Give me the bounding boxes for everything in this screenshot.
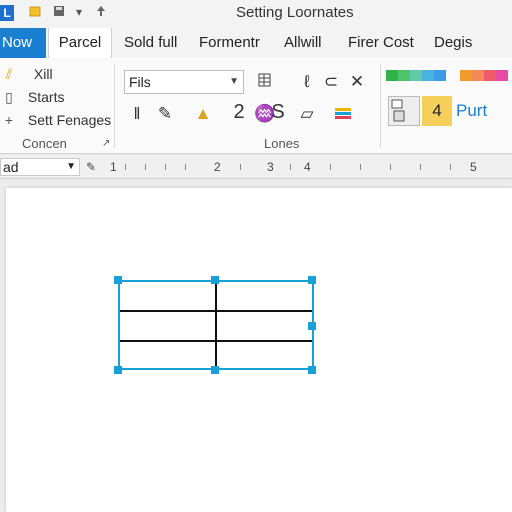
swatch[interactable]: [398, 70, 410, 81]
pin-icon[interactable]: [94, 5, 108, 19]
swatch[interactable]: [410, 70, 422, 81]
save-icon[interactable]: [52, 5, 66, 19]
tool-number[interactable]: 2: [232, 102, 246, 122]
frame-icon: ▯: [5, 89, 13, 105]
format-brush-icon[interactable]: ℓ: [296, 72, 318, 92]
swatch[interactable]: [460, 70, 472, 81]
ruler-tick: [240, 164, 241, 170]
selected-table[interactable]: [118, 280, 314, 370]
resize-handle[interactable]: [308, 322, 316, 330]
pause-icon[interactable]: ‖: [130, 104, 144, 124]
color-stripes-icon[interactable]: [334, 104, 352, 124]
tab-parcel[interactable]: Parcel: [48, 28, 112, 58]
resize-handle[interactable]: [114, 366, 122, 374]
group-label-lones: Lones: [264, 136, 300, 151]
link-icon[interactable]: ⊂: [320, 72, 342, 92]
clear-format-icon[interactable]: ✕: [346, 72, 368, 92]
ribbon: ⫽ Xill ▯ Starts + Sett Fenages Concen ↗ …: [0, 58, 512, 154]
swatch[interactable]: [422, 70, 434, 81]
font-select[interactable]: Fils ▼: [124, 70, 244, 94]
swatch[interactable]: [472, 70, 484, 81]
ruler-tick: [125, 164, 126, 170]
tab-allwill[interactable]: Allwill: [284, 28, 322, 58]
ruler-tick: [330, 164, 331, 170]
chevron-down-icon: ▼: [229, 76, 239, 87]
document-page[interactable]: [6, 188, 512, 512]
ruler-mark-1: 1: [110, 160, 117, 174]
highlight-icon[interactable]: ▲: [194, 104, 212, 124]
ruler-mark-2: 2: [214, 160, 221, 174]
style-name[interactable]: Purt: [454, 96, 512, 126]
resize-handle[interactable]: [308, 276, 316, 284]
swatch[interactable]: [484, 70, 496, 81]
ruler-tick: [420, 164, 421, 170]
group-label-concen: Concen: [22, 136, 67, 151]
ruler-mark-3: 3: [267, 160, 274, 174]
swatch[interactable]: [496, 70, 508, 81]
swatch[interactable]: [434, 70, 446, 81]
wand-icon[interactable]: ✎: [86, 160, 96, 174]
ruler-tick: [165, 164, 166, 170]
title-bar: L ▾ Setting Loornates: [0, 0, 512, 28]
tool-letter[interactable]: S: [270, 102, 286, 122]
tab-firer-cost[interactable]: Firer Cost: [348, 28, 414, 58]
ruler-tick: [450, 164, 451, 170]
tab-formentr[interactable]: Formentr: [199, 28, 260, 58]
ruler-tick: [185, 164, 186, 170]
grid-icon[interactable]: [254, 72, 278, 92]
group-divider: [114, 64, 115, 148]
ruler-mark-5: 5: [470, 160, 477, 174]
tab-degis[interactable]: Degis: [434, 28, 472, 58]
pencil-icon[interactable]: ✎: [156, 104, 174, 124]
table-column-line: [215, 282, 217, 368]
document-canvas: [0, 180, 512, 512]
dialog-launcher-icon[interactable]: ↗: [102, 138, 110, 149]
bars-icon: ⫽: [5, 66, 13, 82]
style-number[interactable]: 4: [422, 96, 452, 126]
folder-icon[interactable]: [28, 5, 42, 19]
swatch[interactable]: [386, 70, 398, 81]
ribbon-item-starts[interactable]: ▯ Starts: [0, 87, 64, 107]
ruler-tick: [390, 164, 391, 170]
app-logo: L: [0, 5, 14, 21]
ruler-tick: [290, 164, 291, 170]
ribbon-item-sett-fenages[interactable]: + Sett Fenages: [0, 110, 111, 130]
ruler-select[interactable]: ad ▼: [0, 158, 80, 176]
ruler-tick: [145, 164, 146, 170]
spell-check-icon[interactable]: ♒: [254, 104, 275, 124]
chevron-down-icon: ▼: [66, 161, 76, 172]
plus-icon: +: [4, 112, 14, 128]
ribbon-tabs: Now Parcel Sold full Formentr Allwill Fi…: [0, 28, 512, 58]
ruler-bar: ad ▼ ✎ 1 2 3 4 5: [0, 155, 512, 179]
ruler-tick: [360, 164, 361, 170]
window-title: Setting Loornates: [236, 4, 354, 21]
resize-handle[interactable]: [114, 276, 122, 284]
resize-handle[interactable]: [211, 276, 219, 284]
resize-handle[interactable]: [308, 366, 316, 374]
ribbon-item-xill[interactable]: ⫽ Xill: [0, 64, 53, 84]
resize-handle[interactable]: [211, 366, 219, 374]
group-divider: [380, 64, 381, 148]
style-swatches[interactable]: [386, 70, 512, 94]
chevron-down-icon[interactable]: ▾: [72, 5, 86, 19]
ruler-mark-4: 4: [304, 160, 311, 174]
tab-file[interactable]: Now: [0, 28, 46, 58]
shape-icon[interactable]: ▱: [298, 104, 316, 124]
tab-sold-full[interactable]: Sold full: [124, 28, 177, 58]
style-preview-icon[interactable]: [388, 96, 420, 126]
